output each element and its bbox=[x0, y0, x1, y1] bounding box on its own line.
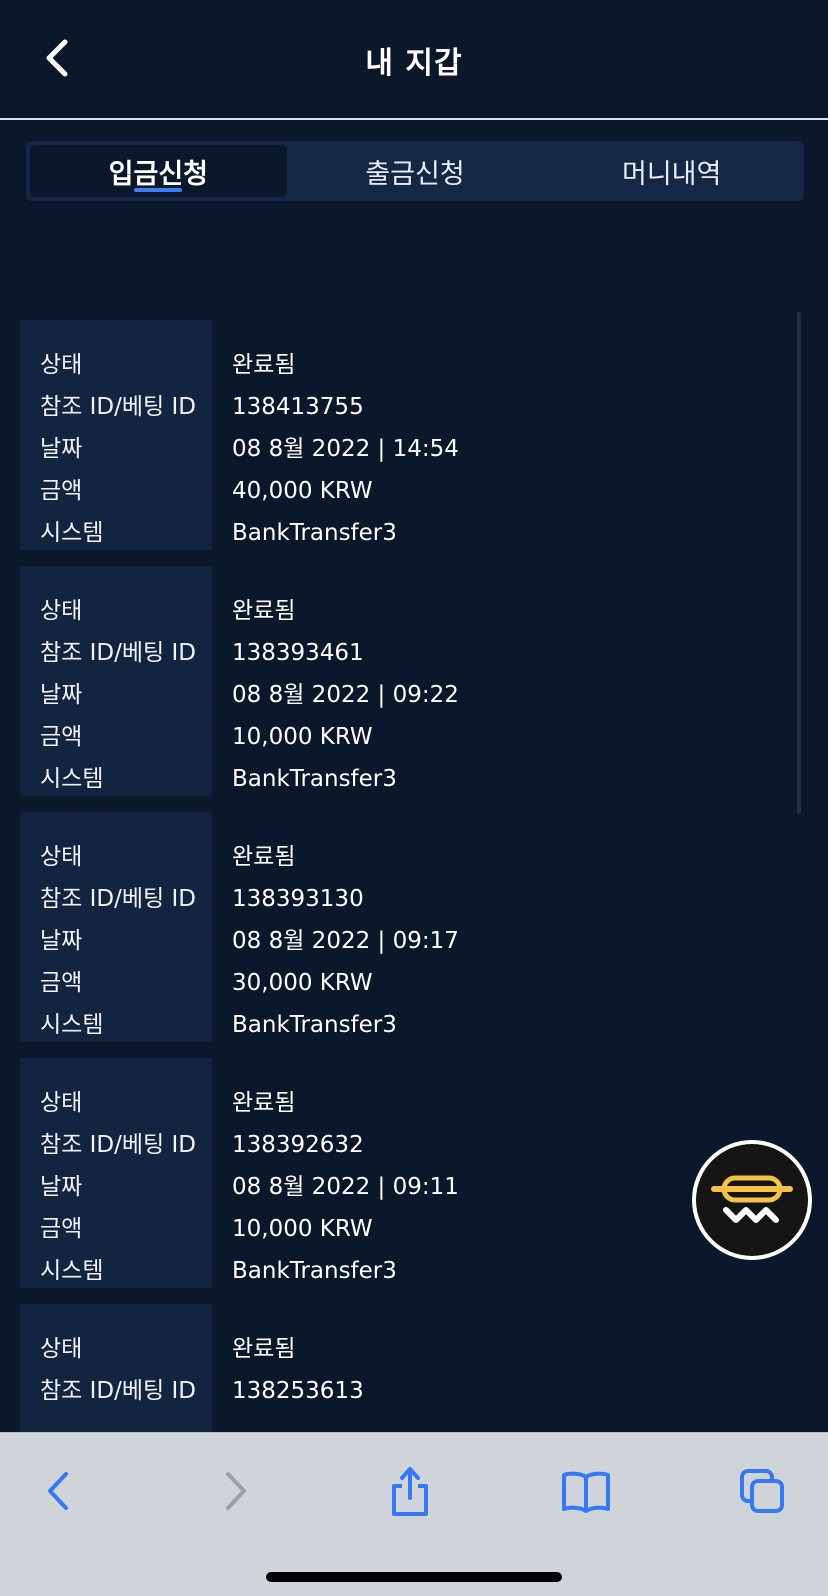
date-value: 08 8월 2022 | 09:17 bbox=[232, 928, 459, 954]
ref-id-label: 참조 ID/베팅 ID bbox=[40, 394, 196, 420]
system-value: BankTransfer3 bbox=[232, 520, 397, 546]
date-label: 날짜 bbox=[40, 682, 83, 708]
amount-value: 40,000 KRW bbox=[232, 478, 373, 504]
system-label: 시스템 bbox=[40, 1012, 104, 1038]
header: 내 지갑 bbox=[0, 0, 828, 120]
card-labels: 상태 참조 ID/베팅 ID 날짜 금액 시스템 bbox=[20, 320, 212, 550]
chevron-right-icon bbox=[226, 1472, 246, 1510]
card-labels: 상태 참조 ID/베팅 ID 날짜 금액 시스템 bbox=[20, 1058, 212, 1288]
card-values: 완료됨 138393130 08 8월 2022 | 09:17 30,000 … bbox=[212, 812, 780, 1042]
system-value: BankTransfer3 bbox=[232, 1012, 397, 1038]
tabs-icon bbox=[740, 1469, 784, 1513]
tabs-button[interactable] bbox=[732, 1461, 792, 1521]
chat-support-icon bbox=[711, 1175, 793, 1223]
date-label: 날짜 bbox=[40, 1174, 83, 1200]
chevron-left-icon bbox=[48, 1472, 68, 1510]
system-value: BankTransfer3 bbox=[232, 766, 397, 792]
status-label: 상태 bbox=[40, 844, 83, 870]
tab-money-history[interactable]: 머니내역 bbox=[543, 145, 800, 197]
fab-inner bbox=[696, 1144, 808, 1256]
tab-bar: 입금신청 출금신청 머니내역 bbox=[26, 141, 804, 201]
share-icon bbox=[392, 1467, 428, 1516]
amount-label: 금액 bbox=[40, 724, 83, 750]
ref-id-label: 참조 ID/베팅 ID bbox=[40, 640, 196, 666]
scrollbar[interactable] bbox=[797, 312, 801, 814]
amount-label: 금액 bbox=[40, 478, 83, 504]
transaction-card: 상태 참조 ID/베팅 ID 날짜 금액 시스템 완료됨 138393130 0… bbox=[20, 812, 780, 1042]
amount-label: 금액 bbox=[40, 1216, 83, 1242]
amount-value: 30,000 KRW bbox=[232, 970, 373, 996]
share-button[interactable] bbox=[380, 1461, 440, 1521]
status-label: 상태 bbox=[40, 1090, 83, 1116]
tab-withdraw-request[interactable]: 출금신청 bbox=[287, 145, 544, 197]
status-value: 완료됨 bbox=[232, 598, 296, 624]
page-title: 내 지갑 bbox=[365, 46, 463, 81]
ref-id-label: 참조 ID/베팅 ID bbox=[40, 886, 196, 912]
bookmarks-button[interactable] bbox=[556, 1461, 616, 1521]
transaction-card: 상태 참조 ID/베팅 ID 날짜 금액 시스템 완료됨 138393461 0… bbox=[20, 566, 780, 796]
date-label: 날짜 bbox=[40, 928, 83, 954]
transaction-card: 상태 참조 ID/베팅 ID 날짜 금액 시스템 완료됨 138392632 0… bbox=[20, 1058, 780, 1288]
browser-back-button[interactable] bbox=[28, 1461, 88, 1521]
card-values: 완료됨 138392632 08 8월 2022 | 09:11 10,000 … bbox=[212, 1058, 780, 1288]
status-value: 완료됨 bbox=[232, 352, 296, 378]
home-indicator bbox=[266, 1572, 562, 1582]
ref-id-value: 138393461 bbox=[232, 640, 364, 666]
status-label: 상태 bbox=[40, 598, 83, 624]
transaction-card: 상태 참조 ID/베팅 ID 날짜 금액 시스템 완료됨 138413755 0… bbox=[20, 320, 780, 550]
status-value: 완료됨 bbox=[232, 1336, 296, 1362]
system-label: 시스템 bbox=[40, 766, 104, 792]
system-label: 시스템 bbox=[40, 1258, 104, 1284]
ref-id-label: 참조 ID/베팅 ID bbox=[40, 1378, 196, 1404]
date-label: 날짜 bbox=[40, 436, 83, 462]
card-labels: 상태 참조 ID/베팅 ID 날짜 금액 시스템 bbox=[20, 812, 212, 1042]
amount-value: 10,000 KRW bbox=[232, 724, 373, 750]
ref-id-value: 138413755 bbox=[232, 394, 364, 420]
ref-id-value: 138392632 bbox=[232, 1132, 364, 1158]
ref-id-label: 참조 ID/베팅 ID bbox=[40, 1132, 196, 1158]
card-values: 완료됨 138393461 08 8월 2022 | 09:22 10,000 … bbox=[212, 566, 780, 796]
browser-forward-button[interactable] bbox=[206, 1461, 266, 1521]
date-value: 08 8월 2022 | 09:22 bbox=[232, 682, 459, 708]
status-value: 완료됨 bbox=[232, 1090, 296, 1116]
amount-label: 금액 bbox=[40, 970, 83, 996]
ref-id-value: 138393130 bbox=[232, 886, 364, 912]
transaction-list[interactable]: 상태 참조 ID/베팅 ID 날짜 금액 시스템 완료됨 138413755 0… bbox=[20, 320, 780, 1550]
status-value: 완료됨 bbox=[232, 844, 296, 870]
ref-id-value: 138253613 bbox=[232, 1378, 364, 1404]
status-label: 상태 bbox=[40, 352, 83, 378]
tab-deposit-request[interactable]: 입금신청 bbox=[30, 145, 287, 197]
book-icon bbox=[562, 1471, 610, 1513]
date-value: 08 8월 2022 | 14:54 bbox=[232, 436, 459, 462]
card-values: 완료됨 138413755 08 8월 2022 | 14:54 40,000 … bbox=[212, 320, 780, 550]
card-labels: 상태 참조 ID/베팅 ID 날짜 금액 시스템 bbox=[20, 566, 212, 796]
wallet-page: 내 지갑 입금신청 출금신청 머니내역 상태 참조 ID/베팅 ID 날짜 금액… bbox=[0, 0, 828, 1596]
status-label: 상태 bbox=[40, 1336, 83, 1362]
system-value: BankTransfer3 bbox=[232, 1258, 397, 1284]
support-chat-button[interactable] bbox=[692, 1140, 812, 1260]
system-label: 시스템 bbox=[40, 520, 104, 546]
